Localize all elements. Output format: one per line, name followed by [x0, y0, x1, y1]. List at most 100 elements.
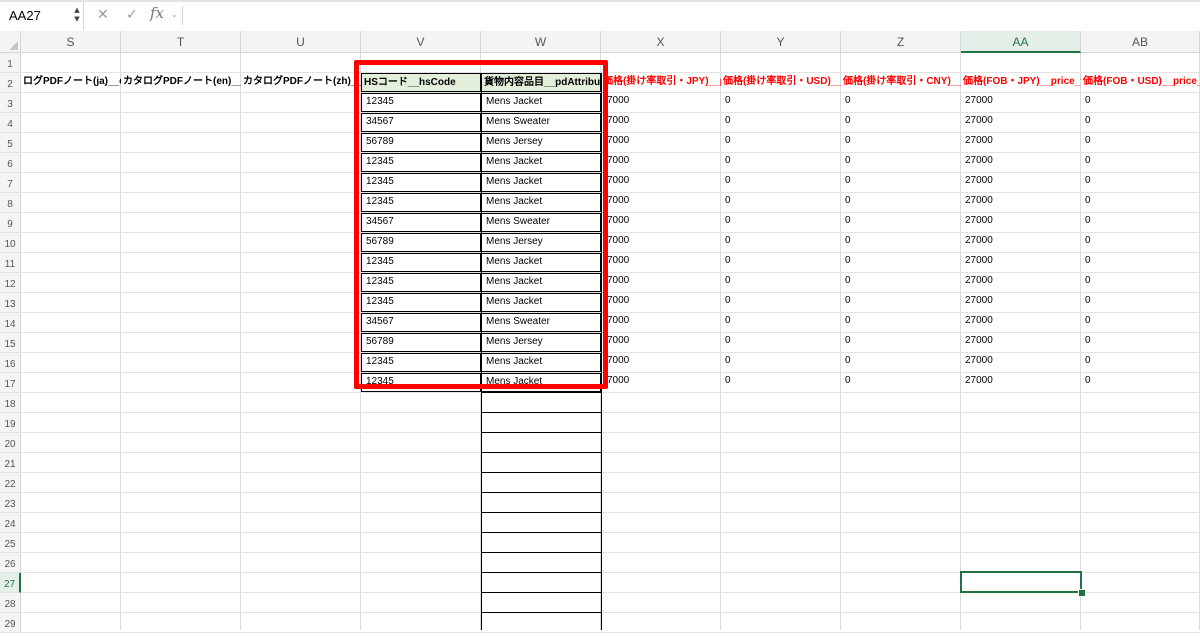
row-header-15[interactable]: 15 — [0, 333, 21, 353]
data-cell-z[interactable]: 0 — [841, 293, 961, 312]
row-header-23[interactable]: 23 — [0, 493, 21, 513]
data-cell-y[interactable]: 0 — [721, 293, 841, 312]
data-cell-y[interactable]: 0 — [721, 173, 841, 192]
data-cell-aa[interactable]: 27000 — [961, 253, 1081, 272]
data-cell-v[interactable]: 34567 — [361, 113, 481, 132]
data-cell-x[interactable]: 7000 — [601, 273, 721, 292]
header-cell-y[interactable]: 価格(掛け率取引・USD)__price — [721, 73, 841, 92]
data-cell-v[interactable]: 34567 — [361, 213, 481, 232]
data-cell-ab[interactable]: 0 — [1081, 193, 1200, 212]
data-cell-aa[interactable]: 27000 — [961, 273, 1081, 292]
data-cell-x[interactable]: 7000 — [601, 293, 721, 312]
data-cell-x[interactable]: 7000 — [601, 253, 721, 272]
row-header-17[interactable]: 17 — [0, 373, 21, 393]
row-header-19[interactable]: 19 — [0, 413, 21, 433]
data-cell-y[interactable]: 0 — [721, 213, 841, 232]
row-header-11[interactable]: 11 — [0, 253, 21, 273]
data-cell-ab[interactable]: 0 — [1081, 273, 1200, 292]
data-cell-x[interactable]: 7000 — [601, 233, 721, 252]
data-cell-ab[interactable]: 0 — [1081, 293, 1200, 312]
data-cell-ab[interactable]: 0 — [1081, 333, 1200, 352]
data-cell-x[interactable]: 7000 — [601, 193, 721, 212]
data-cell-w[interactable]: Mens Sweater — [481, 213, 601, 232]
data-cell-x[interactable]: 7000 — [601, 173, 721, 192]
empty-bordered-cell[interactable] — [481, 612, 602, 613]
data-cell-w[interactable]: Mens Jacket — [481, 273, 601, 292]
header-cell-u[interactable]: カタログPDFノート(zh)__catalogPdfNoteZh — [241, 73, 361, 92]
column-header-s[interactable]: S — [21, 31, 121, 53]
data-cell-y[interactable]: 0 — [721, 333, 841, 352]
data-cell-v[interactable]: 12345 — [361, 293, 481, 312]
data-cell-w[interactable]: Mens Jacket — [481, 373, 601, 392]
data-cell-z[interactable]: 0 — [841, 273, 961, 292]
column-header-t[interactable]: T — [121, 31, 241, 53]
row-header-12[interactable]: 12 — [0, 273, 21, 293]
data-cell-y[interactable]: 0 — [721, 313, 841, 332]
select-all-corner[interactable] — [0, 31, 21, 53]
row-header-21[interactable]: 21 — [0, 453, 21, 473]
data-cell-ab[interactable]: 0 — [1081, 353, 1200, 372]
data-cell-z[interactable]: 0 — [841, 253, 961, 272]
data-cell-x[interactable]: 7000 — [601, 313, 721, 332]
row-header-22[interactable]: 22 — [0, 473, 21, 493]
row-header-18[interactable]: 18 — [0, 393, 21, 413]
column-header-ab[interactable]: AB — [1081, 31, 1200, 53]
empty-bordered-cell[interactable] — [481, 452, 602, 453]
data-cell-z[interactable]: 0 — [841, 373, 961, 392]
row-header-10[interactable]: 10 — [0, 233, 21, 253]
data-cell-w[interactable]: Mens Jacket — [481, 353, 601, 372]
data-cell-ab[interactable]: 0 — [1081, 233, 1200, 252]
active-cell-selection[interactable] — [960, 571, 1082, 593]
data-cell-ab[interactable]: 0 — [1081, 213, 1200, 232]
data-cell-z[interactable]: 0 — [841, 173, 961, 192]
data-cell-aa[interactable]: 27000 — [961, 353, 1081, 372]
empty-bordered-cell[interactable] — [481, 512, 602, 513]
data-cell-w[interactable]: Mens Jersey — [481, 233, 601, 252]
sheet-grid[interactable]: S T U V W X Y Z AA AB 1 2 3 4 5 6 7 8 9 10 11 12 13 14 15 16 17 18 1… — [0, 31, 1200, 633]
data-cell-y[interactable]: 0 — [721, 253, 841, 272]
data-cell-z[interactable]: 0 — [841, 113, 961, 132]
row-header-20[interactable]: 20 — [0, 433, 21, 453]
column-header-v[interactable]: V — [361, 31, 481, 53]
row-header-9[interactable]: 9 — [0, 213, 21, 233]
stepper-arrows-icon[interactable]: ▲ ▼ — [73, 6, 81, 24]
data-cell-x[interactable]: 7000 — [601, 153, 721, 172]
header-cell-ab[interactable]: 価格(FOB・USD)__price_fob — [1081, 73, 1200, 92]
row-header-26[interactable]: 26 — [0, 553, 21, 573]
row-header-16[interactable]: 16 — [0, 353, 21, 373]
data-cell-aa[interactable]: 27000 — [961, 173, 1081, 192]
data-cell-w[interactable]: Mens Sweater — [481, 313, 601, 332]
row-header-2[interactable]: 2 — [0, 73, 21, 93]
data-cell-v[interactable]: 56789 — [361, 333, 481, 352]
data-cell-ab[interactable]: 0 — [1081, 373, 1200, 392]
data-cell-z[interactable]: 0 — [841, 213, 961, 232]
data-cell-aa[interactable]: 27000 — [961, 293, 1081, 312]
row-header-5[interactable]: 5 — [0, 133, 21, 153]
name-box[interactable]: AA27 ▲ ▼ — [0, 2, 84, 30]
header-cell-v[interactable]: HSコード__hsCode — [361, 73, 481, 92]
enter-icon[interactable]: ✓ — [126, 8, 138, 22]
empty-bordered-cell[interactable] — [481, 472, 602, 473]
data-cell-ab[interactable]: 0 — [1081, 173, 1200, 192]
data-cell-x[interactable]: 7000 — [601, 213, 721, 232]
fill-handle[interactable] — [1078, 589, 1086, 597]
data-cell-x[interactable]: 7000 — [601, 133, 721, 152]
column-header-aa[interactable]: AA — [961, 31, 1081, 53]
column-header-x[interactable]: X — [601, 31, 721, 53]
data-cell-ab[interactable]: 0 — [1081, 133, 1200, 152]
column-header-u[interactable]: U — [241, 31, 361, 53]
data-cell-w[interactable]: Mens Jacket — [481, 93, 601, 112]
header-cell-s[interactable]: ログPDFノート(ja)__catalogPdfNoteJa — [21, 73, 121, 92]
empty-bordered-cell[interactable] — [481, 412, 602, 413]
data-cell-v[interactable]: 12345 — [361, 193, 481, 212]
data-cell-ab[interactable]: 0 — [1081, 253, 1200, 272]
data-cell-z[interactable]: 0 — [841, 193, 961, 212]
data-cell-aa[interactable]: 27000 — [961, 113, 1081, 132]
data-cell-aa[interactable]: 27000 — [961, 313, 1081, 332]
data-cell-w[interactable]: Mens Jacket — [481, 253, 601, 272]
data-cell-ab[interactable]: 0 — [1081, 113, 1200, 132]
column-header-w[interactable]: W — [481, 31, 601, 53]
data-cell-w[interactable]: Mens Jersey — [481, 133, 601, 152]
data-cell-x[interactable]: 7000 — [601, 373, 721, 392]
data-cell-y[interactable]: 0 — [721, 193, 841, 212]
